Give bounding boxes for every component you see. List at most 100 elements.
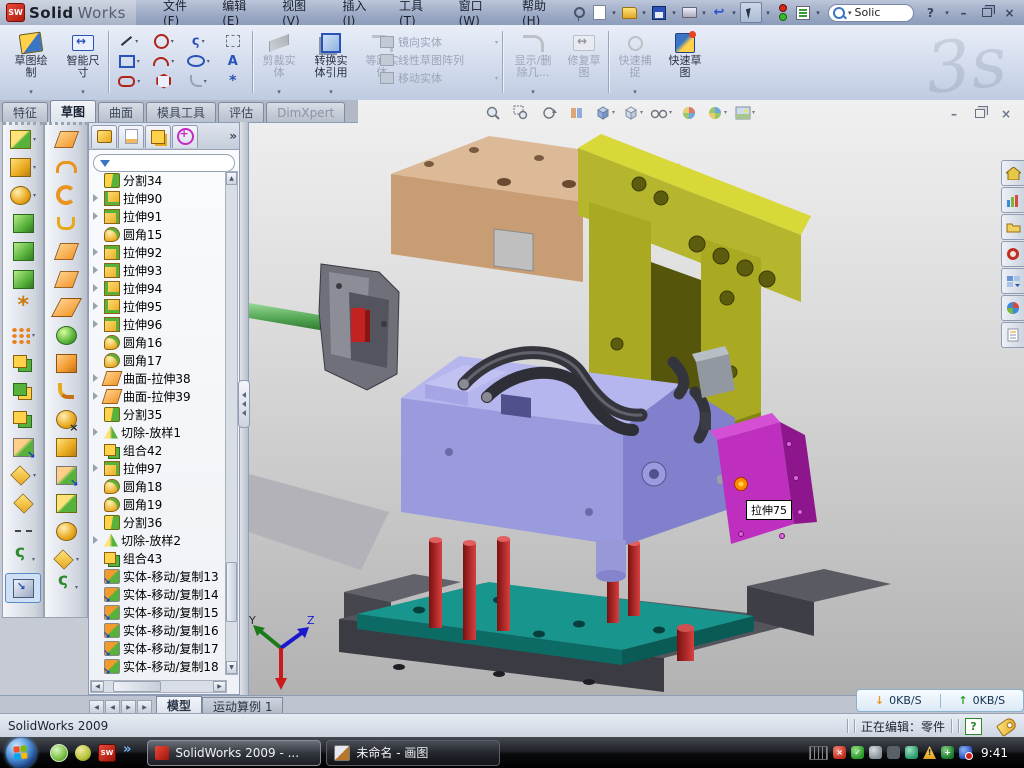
rapid-sketch-button[interactable]: 快速草 图 (660, 28, 710, 98)
view-settings-icon[interactable] (733, 103, 757, 122)
new-file-button[interactable] (590, 4, 608, 22)
property-manager-tab[interactable] (118, 125, 144, 148)
tool-dropdown-arrow[interactable]: ▾ (32, 556, 35, 563)
mold-tool-button[interactable]: ▾ (45, 489, 87, 517)
trim-dropdown[interactable] (277, 88, 281, 98)
arc-tool[interactable] (153, 57, 174, 66)
graphics-viewport[interactable]: Y Z X (248, 100, 1024, 695)
first-tab-button[interactable] (89, 700, 104, 714)
quick-snaps-button[interactable]: 快速捕 捉 (612, 28, 658, 98)
apply-scene-dropdown[interactable] (724, 109, 727, 116)
scroll-down-button[interactable] (226, 661, 237, 674)
feature-tool-button[interactable]: ▾ (5, 573, 41, 603)
zoom-area-icon[interactable] (509, 103, 533, 122)
view-settings-dropdown[interactable] (752, 109, 755, 116)
doc-close-button[interactable]: × (996, 106, 1016, 121)
mold-tool-button[interactable]: ▾ (45, 321, 87, 349)
feature-tool-button[interactable]: ▾ (3, 209, 43, 237)
command-tab[interactable]: 评估 (218, 102, 264, 122)
resources-tab-icon[interactable] (1001, 187, 1024, 213)
messenger-quicklaunch-icon[interactable] (50, 744, 68, 762)
help-button[interactable]: ? (920, 4, 941, 21)
mold-tool-button[interactable]: ▾ (45, 405, 87, 433)
taskbar-clock[interactable]: 9:41 (977, 746, 1016, 760)
tree-item[interactable]: 组合42 (90, 441, 227, 459)
repair-sketch-button[interactable]: 修复草 图 (562, 28, 606, 98)
network-tray-icon[interactable] (905, 746, 918, 759)
tree-filter-input[interactable] (93, 154, 235, 172)
apply-scene-icon[interactable] (705, 103, 729, 122)
options-button[interactable] (794, 4, 812, 22)
tree-item[interactable]: 实体-移动/复制13 (90, 567, 227, 585)
expand-arrow[interactable] (93, 194, 101, 202)
rectangle-tool[interactable] (119, 55, 140, 68)
part-magenta-block[interactable] (710, 413, 817, 544)
mirror-dropdown[interactable] (495, 39, 498, 46)
selection-box-tool[interactable] (226, 35, 240, 47)
convert-entities-button[interactable]: 转换实 体引用 (304, 28, 358, 98)
smart-dimension-button[interactable]: 智能尺 寸 (58, 28, 108, 98)
next-tab-button[interactable] (121, 700, 136, 714)
command-tab[interactable]: 草图 (50, 100, 96, 122)
tree-item[interactable]: 分割36 (90, 513, 227, 531)
move-entities-button[interactable]: 移动实体 (380, 69, 498, 87)
linear-sketch-pattern-button[interactable]: 线性草图阵列 (380, 51, 498, 69)
motion-study-tab[interactable]: 运动算例 1 (202, 697, 283, 714)
trim-entities-button[interactable]: 剪裁实 体 (256, 28, 302, 98)
rotate-view-icon[interactable] (537, 103, 561, 122)
mold-tool-button[interactable]: ▾ (45, 349, 87, 377)
minimize-button[interactable]: – (953, 4, 974, 21)
feature-tool-button[interactable]: ▾ (3, 461, 43, 489)
tree-item[interactable]: 分割34 (90, 171, 227, 189)
tree-item[interactable]: 圆角15 (90, 225, 227, 243)
feature-manager-tab[interactable] (91, 125, 117, 148)
tag-icon[interactable] (996, 716, 1018, 737)
mold-tool-button[interactable]: ▾ (45, 573, 87, 601)
input-method-icon[interactable] (809, 746, 828, 760)
expand-arrow[interactable] (93, 320, 101, 328)
quick-snaps-dropdown[interactable] (633, 88, 637, 98)
command-tab[interactable]: DimXpert (266, 102, 345, 122)
view-orientation-dropdown[interactable] (612, 109, 615, 116)
tree-vertical-scrollbar[interactable] (225, 171, 238, 675)
mold-tool-button[interactable]: ▾ (45, 265, 87, 293)
close-button[interactable]: × (999, 4, 1020, 21)
new-file-dropdown[interactable] (610, 4, 618, 22)
tree-item[interactable]: 拉伸93 (90, 261, 227, 279)
view-palette-tab-icon[interactable] (1001, 268, 1024, 294)
tree-item[interactable]: 拉伸95 (90, 297, 227, 315)
feature-tool-button[interactable]: ▾ (3, 489, 43, 517)
quicklaunch-overflow-chevron[interactable] (123, 742, 131, 757)
home-tab-icon[interactable] (1001, 160, 1024, 186)
model-tab[interactable]: 模型 (156, 696, 202, 714)
tree-item[interactable]: 拉伸90 (90, 189, 227, 207)
part-gray-bracket[interactable] (319, 264, 399, 390)
tree-item[interactable]: 拉伸92 (90, 243, 227, 261)
select-tool-button[interactable] (740, 2, 762, 23)
doc-restore-button[interactable] (970, 106, 990, 121)
undo-button[interactable]: ↩ (710, 4, 728, 22)
tool-dropdown-arrow[interactable]: ▾ (76, 556, 79, 563)
taskbar-window-button[interactable]: SolidWorks 2009 - ... (147, 740, 321, 766)
last-tab-button[interactable] (137, 700, 152, 714)
tool-dropdown-arrow[interactable]: ▾ (33, 472, 36, 479)
tool-dropdown-arrow[interactable]: ▾ (33, 136, 36, 143)
restore-button[interactable] (976, 4, 997, 21)
point-tool[interactable]: * (229, 73, 236, 89)
tree-item[interactable]: 分割35 (90, 405, 227, 423)
tree-item[interactable]: 实体-移动/复制17 (90, 639, 227, 657)
select-dropdown[interactable] (764, 4, 772, 22)
solidworks-quicklaunch-icon[interactable]: SW (98, 744, 116, 762)
hide-show-dropdown[interactable] (669, 109, 672, 116)
sketch-fillet-tool[interactable] (190, 75, 207, 87)
scroll-right-button[interactable] (213, 681, 226, 692)
tree-item[interactable]: 拉伸96 (90, 315, 227, 333)
expand-arrow[interactable] (93, 284, 101, 292)
media-quicklaunch-icon[interactable] (75, 745, 91, 761)
zoom-fit-icon[interactable] (481, 103, 505, 122)
mold-tool-button[interactable]: ▾ (45, 237, 87, 265)
mold-tool-button[interactable]: ▾ (45, 209, 87, 237)
tree-item[interactable]: 圆角18 (90, 477, 227, 495)
scroll-left-button[interactable] (91, 681, 104, 692)
expand-arrow[interactable] (93, 428, 101, 436)
